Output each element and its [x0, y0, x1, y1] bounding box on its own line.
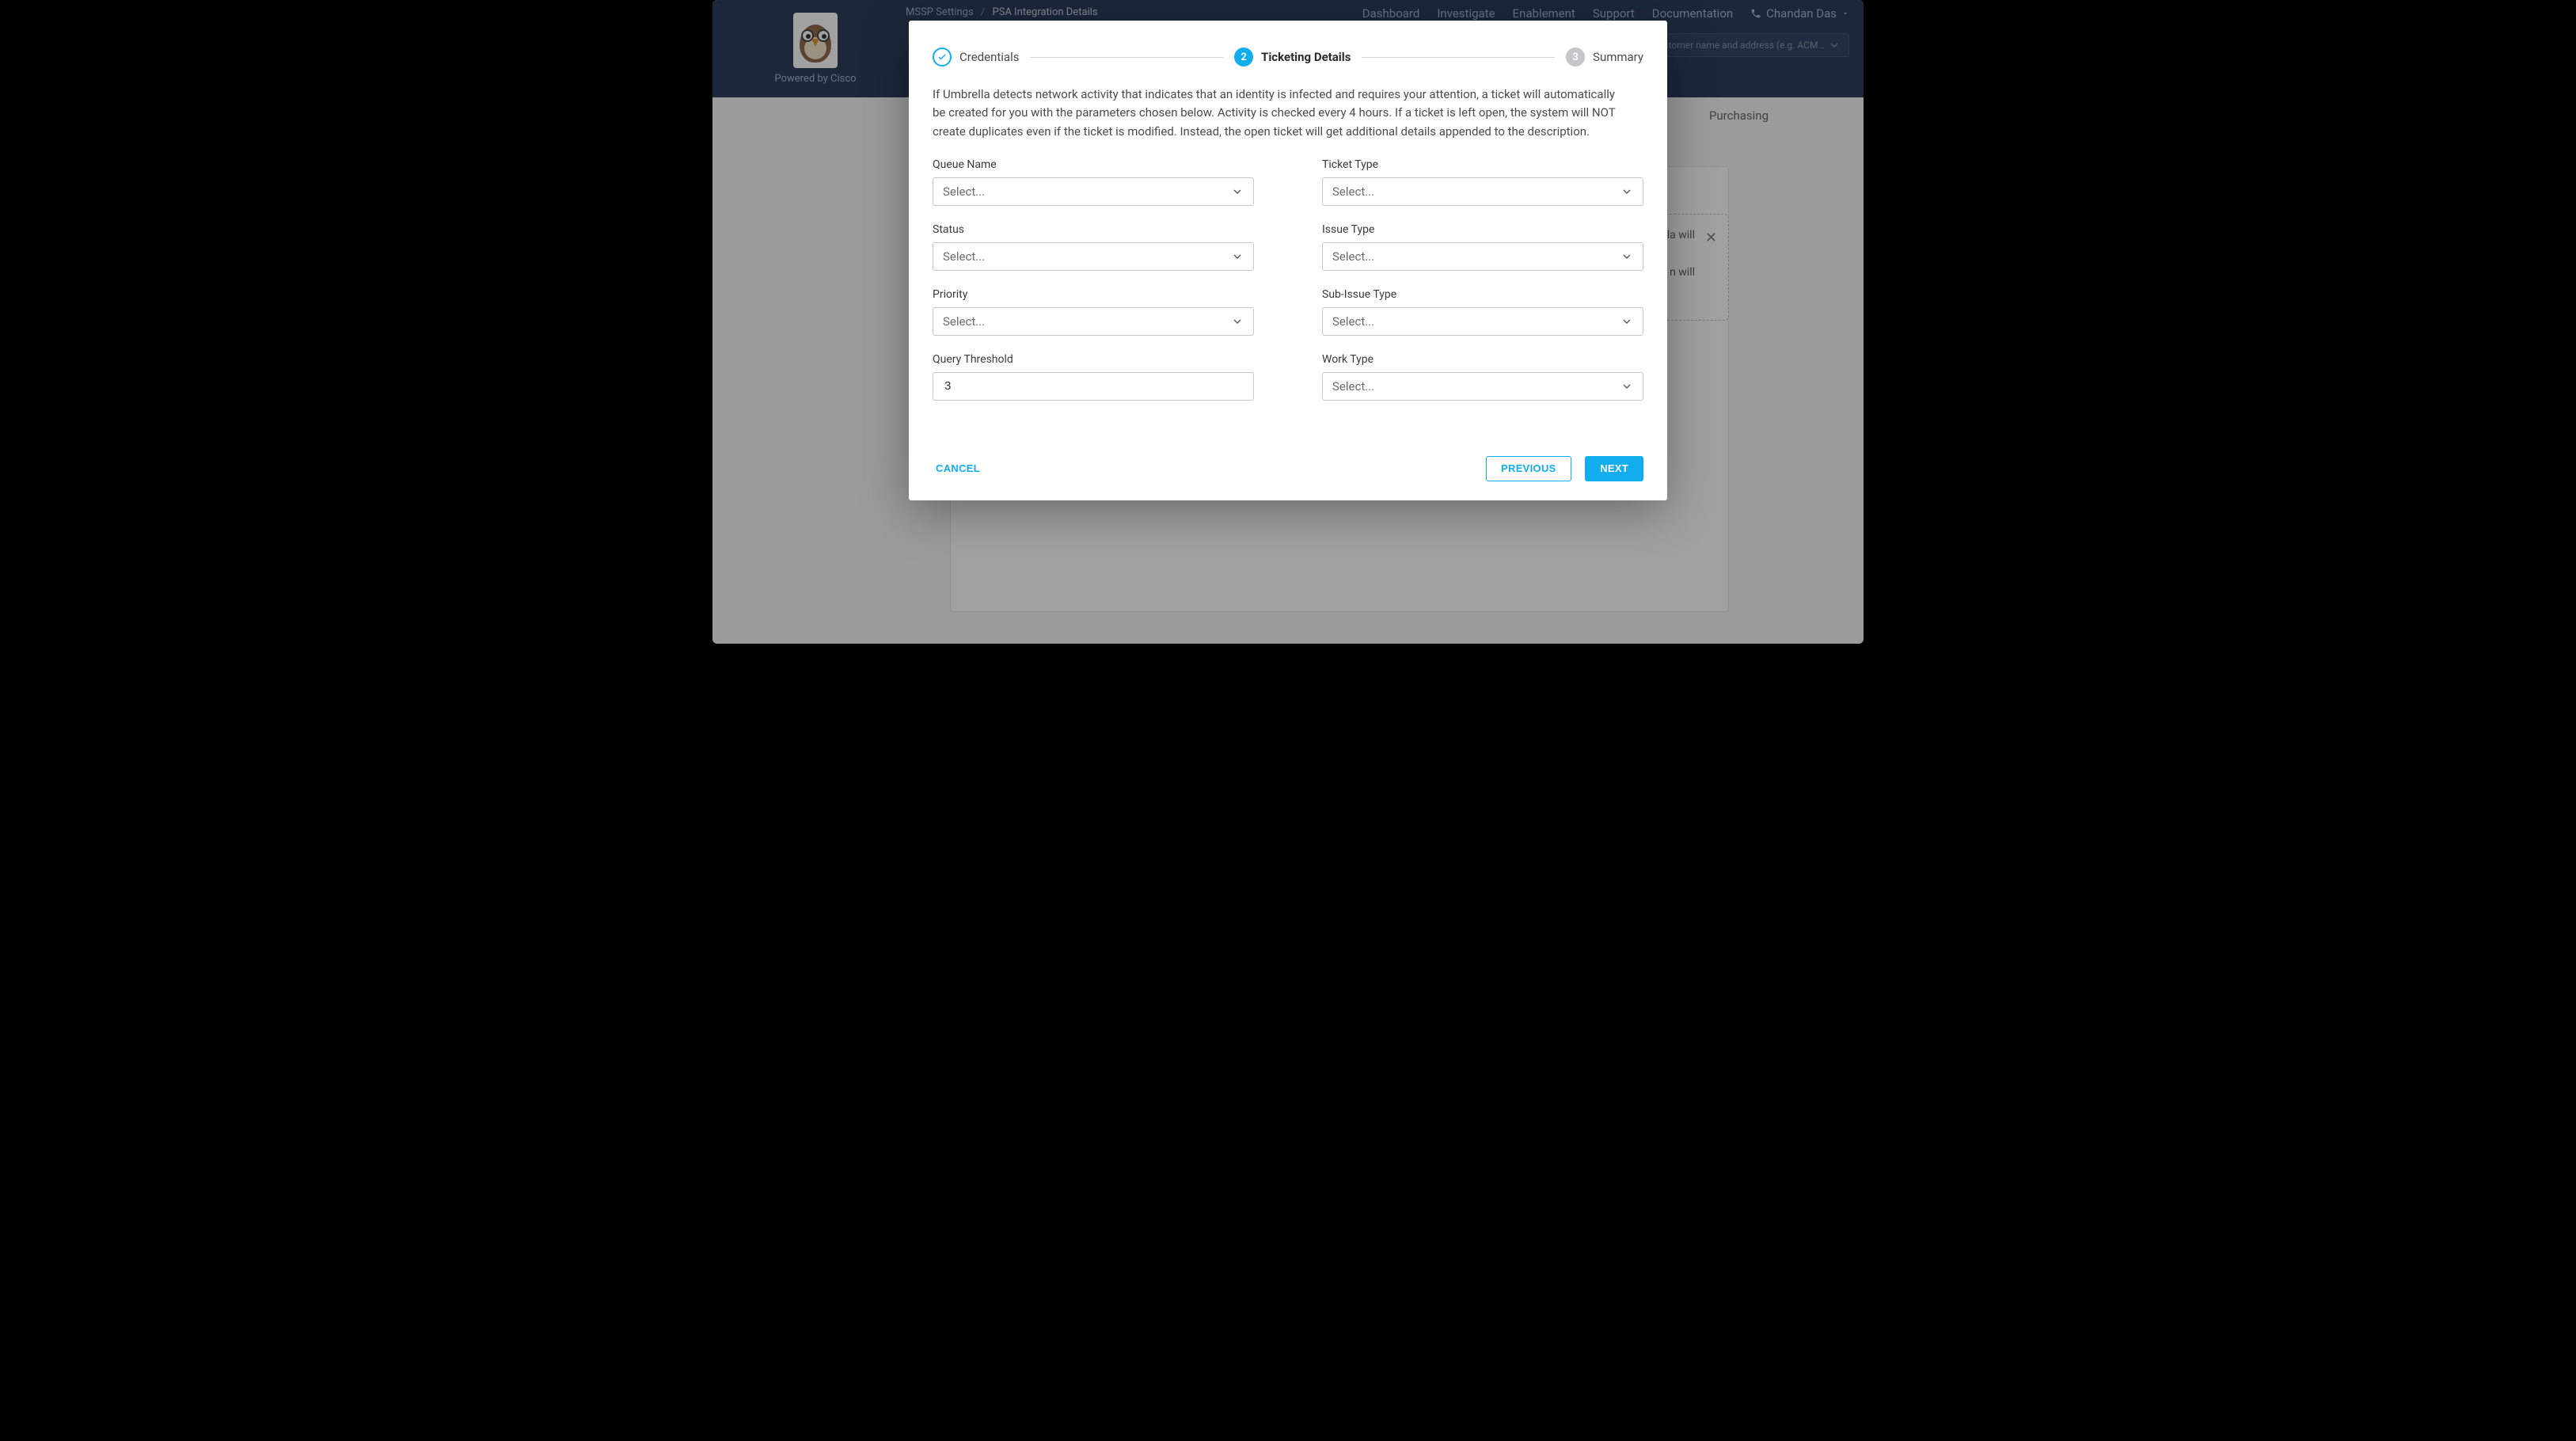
select-issue-type-value: Select... [1332, 249, 1374, 264]
label-query-threshold: Query Threshold [933, 353, 1254, 366]
select-issue-type[interactable]: Select... [1322, 242, 1643, 271]
chevron-down-icon [1620, 250, 1633, 263]
label-status: Status [933, 223, 1254, 236]
label-issue-type: Issue Type [1322, 223, 1643, 236]
ticketing-description: If Umbrella detects network activity tha… [933, 86, 1629, 141]
chevron-down-icon [1231, 250, 1244, 263]
select-priority[interactable]: Select... [933, 307, 1254, 336]
chevron-down-icon [1231, 185, 1244, 198]
select-priority-value: Select... [943, 314, 985, 329]
select-queue-name[interactable]: Select... [933, 177, 1254, 206]
label-queue-name: Queue Name [933, 158, 1254, 171]
chevron-down-icon [1620, 185, 1633, 198]
chevron-down-icon [1620, 315, 1633, 328]
step-credentials[interactable]: Credentials [933, 48, 1019, 67]
select-sub-issue-type-value: Select... [1332, 314, 1374, 329]
label-priority: Priority [933, 288, 1254, 301]
check-icon [937, 52, 947, 62]
ticketing-modal: Credentials 2 Ticketing Details 3 Summar… [909, 21, 1667, 500]
chevron-down-icon [1231, 315, 1244, 328]
select-sub-issue-type[interactable]: Select... [1322, 307, 1643, 336]
next-button[interactable]: NEXT [1585, 456, 1643, 481]
form-grid: Queue Name Select... Ticket Type Select.… [933, 158, 1643, 401]
label-ticket-type: Ticket Type [1322, 158, 1643, 171]
select-work-type[interactable]: Select... [1322, 372, 1643, 401]
label-work-type: Work Type [1322, 353, 1643, 366]
chevron-down-icon [1620, 380, 1633, 393]
select-ticket-type[interactable]: Select... [1322, 177, 1643, 206]
step-3-number: 3 [1566, 48, 1585, 67]
select-status[interactable]: Select... [933, 242, 1254, 271]
select-status-value: Select... [943, 249, 985, 264]
input-query-threshold-wrapper [933, 372, 1254, 401]
cancel-button[interactable]: CANCEL [933, 456, 983, 481]
step-summary: 3 Summary [1566, 48, 1643, 67]
select-queue-name-value: Select... [943, 184, 985, 199]
step-2-number: 2 [1234, 48, 1253, 67]
step-summary-label: Summary [1593, 50, 1643, 64]
modal-actions: CANCEL PREVIOUS NEXT [933, 456, 1643, 481]
step-credentials-label: Credentials [959, 50, 1019, 64]
select-ticket-type-value: Select... [1332, 184, 1374, 199]
previous-button[interactable]: PREVIOUS [1486, 456, 1571, 481]
step-ticketing-details: 2 Ticketing Details [1234, 48, 1351, 67]
select-work-type-value: Select... [1332, 379, 1374, 394]
label-sub-issue-type: Sub-Issue Type [1322, 288, 1643, 301]
input-query-threshold[interactable] [943, 378, 1244, 394]
wizard-stepper: Credentials 2 Ticketing Details 3 Summar… [933, 43, 1643, 71]
step-ticketing-details-label: Ticketing Details [1261, 50, 1351, 64]
